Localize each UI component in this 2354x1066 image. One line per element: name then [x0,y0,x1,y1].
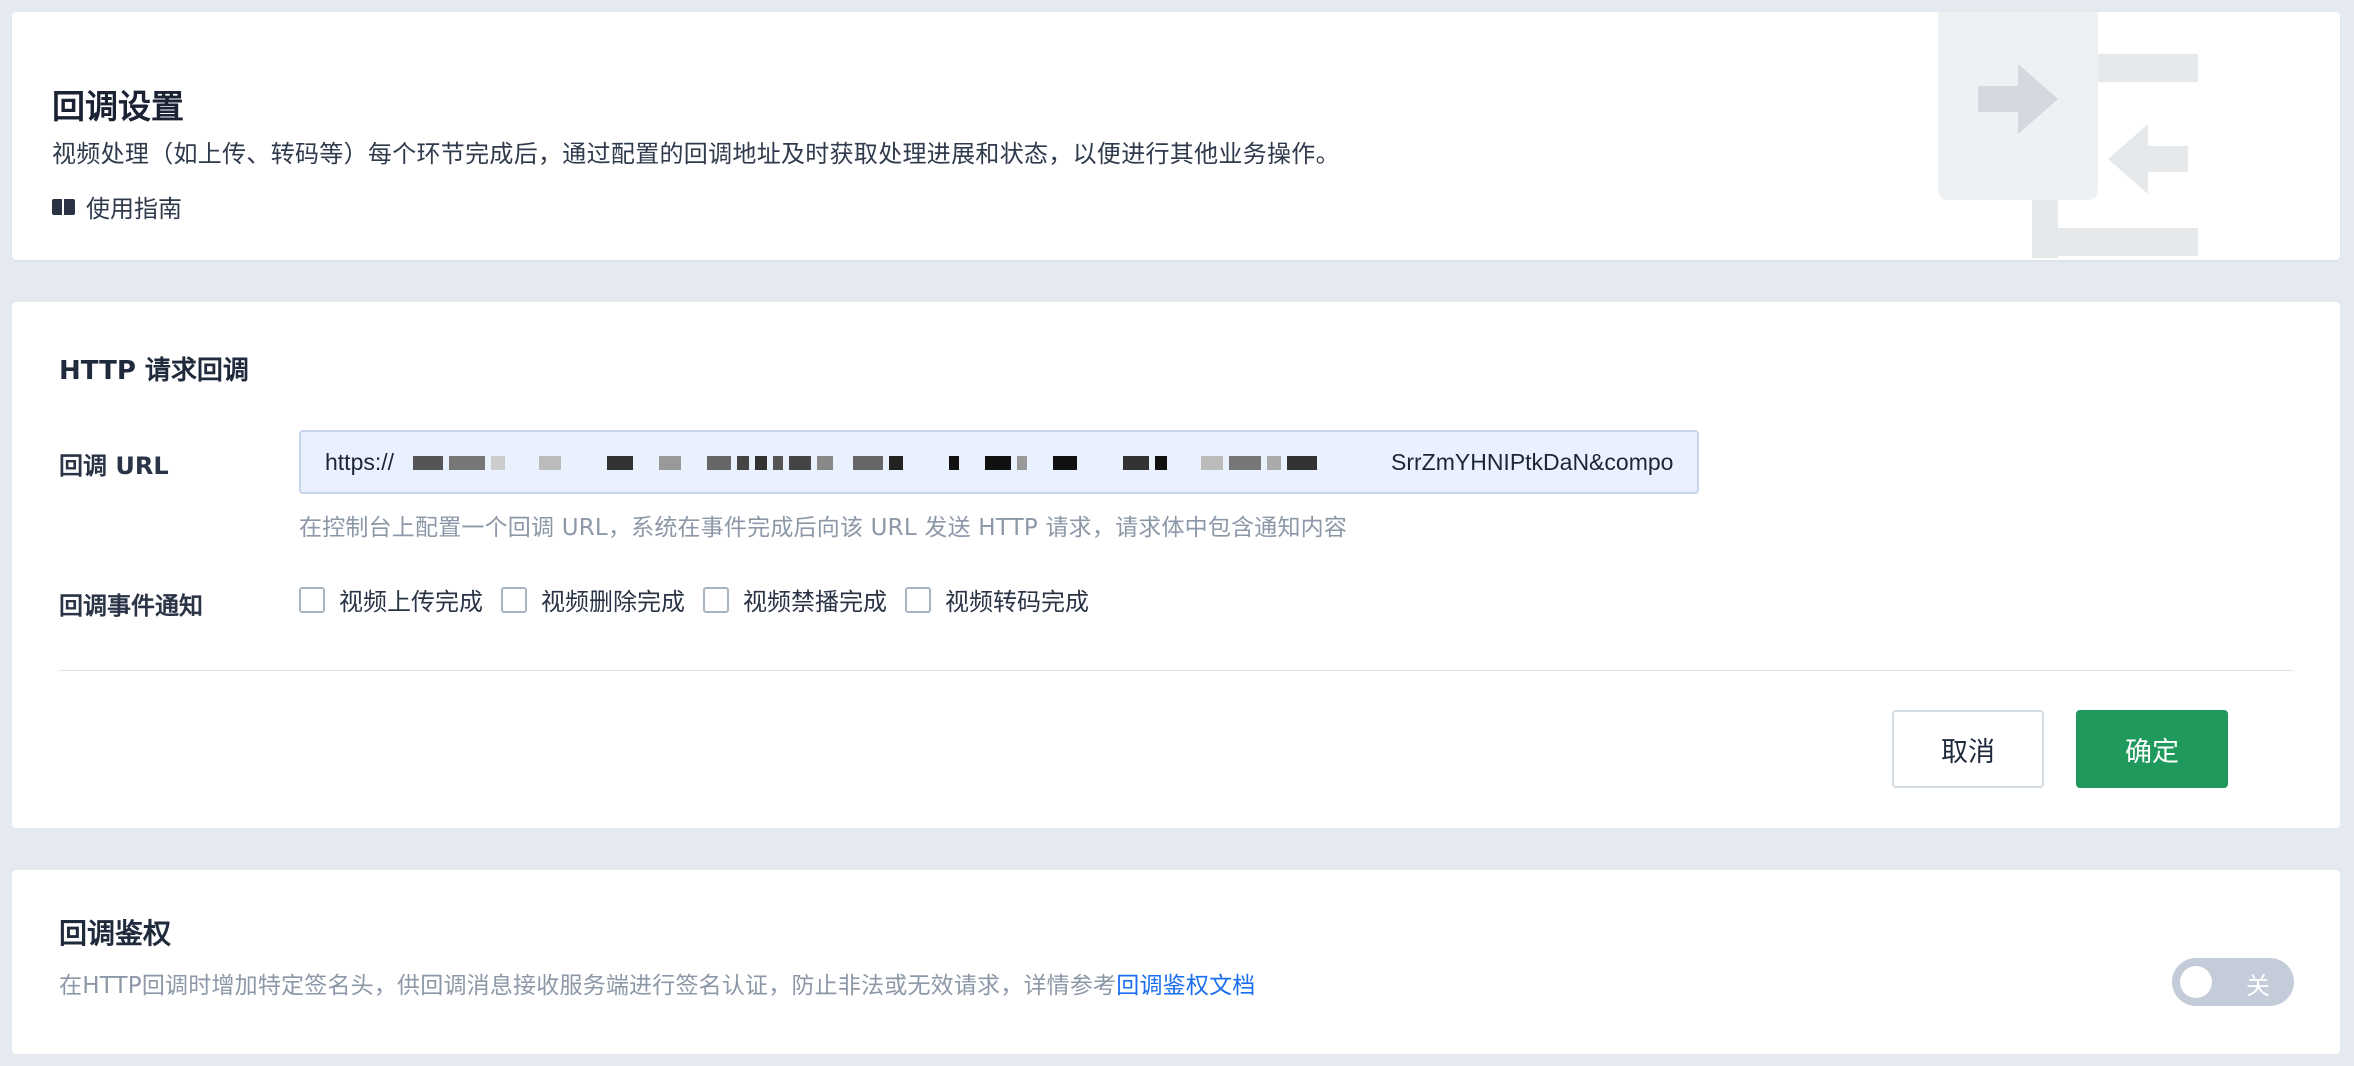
checkbox-upload-complete[interactable]: 视频上传完成 [299,582,483,617]
url-redacted [413,454,1413,472]
guide-link[interactable]: 使用指南 [52,189,182,224]
auth-section-title: 回调鉴权 [59,917,172,950]
checkbox-box[interactable] [703,586,729,613]
divider [59,670,2293,671]
event-checkbox-group: 视频上传完成 视频删除完成 视频禁播完成 视频转码完成 [299,582,1107,617]
cancel-button[interactable]: 取消 [1892,710,2044,788]
auth-doc-link[interactable]: 回调鉴权文档 [1116,973,1255,999]
checkbox-box[interactable] [501,586,527,613]
checkbox-label: 视频上传完成 [339,588,483,616]
guide-link-label: 使用指南 [86,195,182,223]
page-title: 回调设置 [52,87,184,126]
arrow-right-icon [1978,64,2058,134]
book-icon [52,197,76,217]
checkbox-label: 视频删除完成 [541,588,685,616]
callback-illustration [1938,12,2278,260]
checkbox-label: 视频转码完成 [945,588,1089,616]
checkbox-label: 视频禁播完成 [743,588,887,616]
http-section-title: HTTP 请求回调 [59,356,249,386]
checkbox-ban-complete[interactable]: 视频禁播完成 [703,582,887,617]
http-callback-card: HTTP 请求回调 回调 URL https:// SrrZmYHNIPtkDa… [12,302,2340,828]
url-suffix: SrrZmYHNIPtkDaN&compo [1391,449,1674,475]
toggle-knob [2180,966,2212,998]
checkbox-delete-complete[interactable]: 视频删除完成 [501,582,685,617]
toggle-state-label: 关 [2246,972,2270,1000]
url-label: 回调 URL [59,452,169,480]
confirm-button[interactable]: 确定 [2076,710,2228,788]
checkbox-box[interactable] [299,586,325,613]
intro-description: 视频处理（如上传、转码等）每个环节完成后，通过配置的回调地址及时获取处理进展和状… [52,140,1340,168]
url-hint: 在控制台上配置一个回调 URL，系统在事件完成后向该 URL 发送 HTTP 请… [299,515,1348,541]
event-label: 回调事件通知 [59,592,203,620]
callback-url-input[interactable]: https:// SrrZmYHNIPtkDaN&compo [299,430,1699,494]
arrow-left-icon [2108,124,2188,194]
auth-description: 在HTTP回调时增加特定签名头，供回调消息接收服务端进行签名认证，防止非法或无效… [59,966,1255,1000]
checkbox-transcode-complete[interactable]: 视频转码完成 [905,582,1089,617]
auth-description-text: 在HTTP回调时增加特定签名头，供回调消息接收服务端进行签名认证，防止非法或无效… [59,973,1117,999]
intro-card: 回调设置 视频处理（如上传、转码等）每个环节完成后，通过配置的回调地址及时获取处… [12,12,2340,260]
callback-auth-card: 回调鉴权 在HTTP回调时增加特定签名头，供回调消息接收服务端进行签名认证，防止… [12,870,2340,1054]
auth-toggle[interactable]: 关 [2172,958,2294,1006]
url-prefix: https:// [325,449,395,475]
checkbox-box[interactable] [905,586,931,613]
